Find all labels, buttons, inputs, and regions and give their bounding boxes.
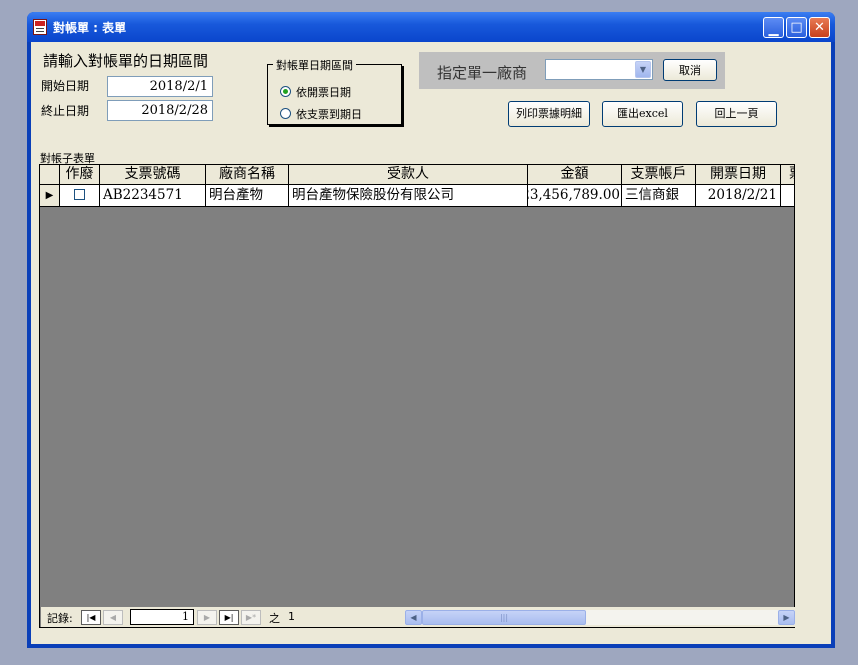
print-details-button[interactable]: 列印票據明細: [508, 101, 590, 127]
column-header-amount[interactable]: 金額: [528, 165, 622, 185]
total-records: 1: [288, 610, 295, 623]
form-icon: [33, 19, 47, 35]
scroll-left-icon[interactable]: ◀: [405, 610, 422, 625]
vendor-filter-panel: 指定單一廠商 ▼ 取消: [419, 52, 725, 89]
amount-value: 123,456,789.00: [528, 187, 620, 203]
app-window: 對帳單 : 表單 ▁ □ ✕ 請輸入對帳單的日期區間 開始日期 2018/2/1…: [27, 12, 835, 648]
amount-cell[interactable]: 123,456,789.00: [528, 185, 622, 207]
record-navigation: 記錄: |◀ ◀ 1 ▶ ▶| ▶* 之 1 ◀ ||| ▶: [41, 607, 795, 627]
extra-cell[interactable]: [781, 185, 794, 207]
column-header-check-no[interactable]: 支票號碼: [100, 165, 206, 185]
radio-due-date[interactable]: [280, 108, 291, 119]
check-no-cell[interactable]: AB2234571: [100, 185, 206, 207]
vendor-label: 指定單一廠商: [437, 64, 528, 82]
prev-record-button[interactable]: ◀: [103, 610, 123, 625]
cancel-vendor-button[interactable]: 取消: [663, 59, 717, 81]
scroll-thumb[interactable]: |||: [422, 610, 586, 625]
back-button[interactable]: 回上一頁: [696, 101, 777, 127]
minimize-icon: ▁: [768, 22, 779, 37]
radio-due-date-label[interactable]: 依支票到期日: [296, 106, 362, 122]
subform-grid: 作廢 支票號碼 廠商名稱 受款人 金額 支票帳戶 開票日期 票 ▶ AB2234…: [39, 164, 795, 628]
maximize-icon: □: [790, 20, 803, 35]
issue-date-cell[interactable]: 2018/2/21: [696, 185, 781, 207]
first-record-button[interactable]: |◀: [81, 610, 101, 625]
current-record-indicator[interactable]: ▶: [40, 185, 60, 207]
new-record-button[interactable]: ▶*: [241, 610, 261, 625]
start-date-label: 開始日期: [41, 79, 90, 93]
last-record-button[interactable]: ▶|: [219, 610, 239, 625]
horizontal-scrollbar[interactable]: ◀ ||| ▶: [405, 610, 795, 625]
start-date-input[interactable]: 2018/2/1: [107, 76, 213, 97]
vendor-select[interactable]: ▼: [545, 59, 653, 80]
payee-cell[interactable]: 明台產物保險股份有限公司: [289, 185, 528, 207]
window-title: 對帳單 : 表單: [53, 21, 127, 35]
column-header-account[interactable]: 支票帳戶: [622, 165, 696, 185]
column-header-extra[interactable]: 票: [781, 165, 794, 185]
column-header-issue-date[interactable]: 開票日期: [696, 165, 781, 185]
scroll-right-icon[interactable]: ▶: [778, 610, 795, 625]
end-date-label: 終止日期: [41, 104, 90, 118]
radio-issue-date-label[interactable]: 依開票日期: [296, 84, 351, 100]
vendor-cell[interactable]: 明台產物: [206, 185, 289, 207]
maximize-button[interactable]: □: [786, 17, 807, 38]
close-icon: ✕: [814, 20, 825, 35]
date-mode-title: 對帳單日期區間: [273, 57, 356, 73]
current-record-input[interactable]: 1: [130, 609, 194, 625]
row-selector-header[interactable]: [40, 165, 60, 185]
void-checkbox[interactable]: [74, 189, 85, 200]
end-date-input[interactable]: 2018/2/28: [107, 100, 213, 121]
void-cell[interactable]: [60, 185, 100, 207]
export-excel-button[interactable]: 匯出excel: [602, 101, 683, 127]
radio-issue-date[interactable]: [280, 86, 291, 97]
next-record-button[interactable]: ▶: [197, 610, 217, 625]
chevron-down-icon[interactable]: ▼: [635, 61, 651, 78]
column-header-void[interactable]: 作廢: [60, 165, 100, 185]
close-button[interactable]: ✕: [809, 17, 830, 38]
column-header-vendor[interactable]: 廠商名稱: [206, 165, 289, 185]
records-label: 記錄:: [47, 612, 73, 625]
account-cell[interactable]: 三信商銀: [622, 185, 696, 207]
date-range-heading: 請輸入對帳單的日期區間: [43, 52, 209, 70]
column-header-payee[interactable]: 受款人: [289, 165, 528, 185]
form-body: 請輸入對帳單的日期區間 開始日期 2018/2/1 終止日期 2018/2/28…: [31, 42, 831, 644]
minimize-button[interactable]: ▁: [763, 17, 784, 38]
title-bar[interactable]: 對帳單 : 表單 ▁ □ ✕: [27, 12, 835, 42]
of-label: 之: [269, 612, 280, 625]
